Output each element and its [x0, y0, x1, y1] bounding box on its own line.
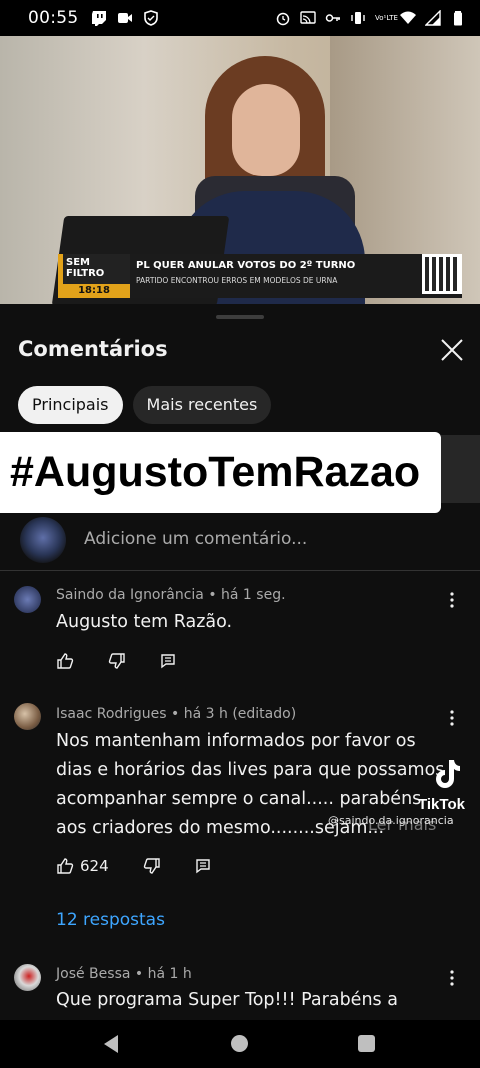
broadcast-clock: 18:18	[58, 284, 130, 298]
status-bar: 00:55 Vo¹LTE	[0, 0, 480, 36]
like-button[interactable]: 624	[56, 857, 109, 875]
comment-meta: José Bessa • há 1 h	[56, 966, 192, 982]
avatar	[20, 517, 66, 563]
more-options-icon[interactable]	[444, 590, 460, 610]
battery-icon	[454, 11, 462, 26]
dislike-button[interactable]	[143, 857, 161, 875]
status-time: 00:55	[28, 8, 79, 28]
reply-icon	[161, 654, 175, 669]
more-options-icon[interactable]	[444, 708, 460, 728]
add-comment-row[interactable]: Adicione um comentário...	[0, 514, 480, 571]
tiktok-label: TikTok	[418, 796, 465, 813]
key-icon	[325, 14, 340, 22]
reply-button[interactable]	[160, 653, 176, 669]
comment-text: Augusto tem Razão.	[56, 612, 233, 632]
reply-button[interactable]	[195, 858, 211, 874]
signal-icon	[425, 10, 441, 26]
dislike-button[interactable]	[108, 652, 126, 670]
comments-title: Comentários	[18, 337, 168, 361]
close-icon[interactable]	[438, 336, 466, 364]
comment-text: Que programa Super Top!!! Parabéns a	[56, 990, 398, 1010]
vibrate-icon	[351, 12, 365, 24]
presenter-face	[232, 84, 300, 176]
more-options-icon[interactable]	[444, 968, 460, 988]
program-brand: SEM FILTRO	[66, 257, 105, 279]
shield-icon	[143, 10, 158, 26]
sort-chips: Principais Mais recentes	[18, 386, 272, 424]
hidden-chip[interactable]	[441, 435, 480, 503]
tiktok-handle: @saindo.da.ignorancia	[328, 814, 454, 827]
tiktok-logo-icon	[436, 760, 460, 788]
chip-principais[interactable]: Principais	[18, 386, 123, 424]
avatar[interactable]	[14, 964, 41, 991]
home-circle-icon[interactable]	[231, 1035, 248, 1052]
navigation-bar	[0, 1020, 480, 1068]
video-camera-icon	[117, 13, 132, 23]
news-subheadline: PARTIDO ENCONTROU ERROS EM MODELOS DE UR…	[136, 276, 338, 285]
alarm-icon	[276, 12, 290, 26]
reply-icon	[195, 859, 210, 874]
comment-line: Nos mantenham informados por favor os	[56, 731, 416, 751]
wifi-icon	[400, 11, 416, 24]
comment-line: acompanhar sempre o canal..... parabéns	[56, 789, 422, 809]
chip-mais-recentes[interactable]: Mais recentes	[132, 386, 272, 424]
hashtag-overlay: #AugustoTemRazao	[0, 432, 441, 513]
thumbs-up-icon	[57, 858, 74, 874]
drag-handle[interactable]	[216, 315, 264, 319]
news-headline: PL QUER ANULAR VOTOS DO 2º TURNO	[136, 260, 356, 271]
recents-square-icon[interactable]	[358, 1035, 375, 1052]
comment-line: dias e horários das lives para que possa…	[56, 760, 445, 780]
like-count: 624	[80, 857, 109, 875]
tiktok-watermark: TikTok	[418, 758, 476, 813]
thumbs-down-icon	[143, 858, 160, 874]
back-triangle-icon[interactable]	[102, 1034, 120, 1054]
comment-meta: Isaac Rodrigues • há 3 h (editado)	[56, 706, 297, 722]
qr-code	[422, 254, 462, 294]
volte-icon: Vo¹LTE	[375, 13, 398, 22]
avatar[interactable]	[14, 586, 41, 613]
cast-icon	[300, 11, 316, 24]
thumbs-up-icon	[57, 653, 74, 669]
comment-meta: Saindo da Ignorância • há 1 seg.	[56, 587, 286, 603]
avatar[interactable]	[14, 703, 41, 730]
news-lower-third: SEM FILTRO 18:18 PL QUER ANULAR VOTOS DO…	[58, 254, 462, 298]
twitch-icon	[91, 11, 106, 26]
video-player[interactable]: SEM FILTRO 18:18 PL QUER ANULAR VOTOS DO…	[0, 36, 480, 304]
replies-link[interactable]: 12 respostas	[56, 910, 165, 930]
like-button[interactable]	[56, 652, 74, 670]
program-logo: SEM FILTRO 18:18	[58, 254, 130, 298]
add-comment-input[interactable]: Adicione um comentário...	[84, 529, 307, 549]
thumbs-down-icon	[108, 653, 125, 669]
